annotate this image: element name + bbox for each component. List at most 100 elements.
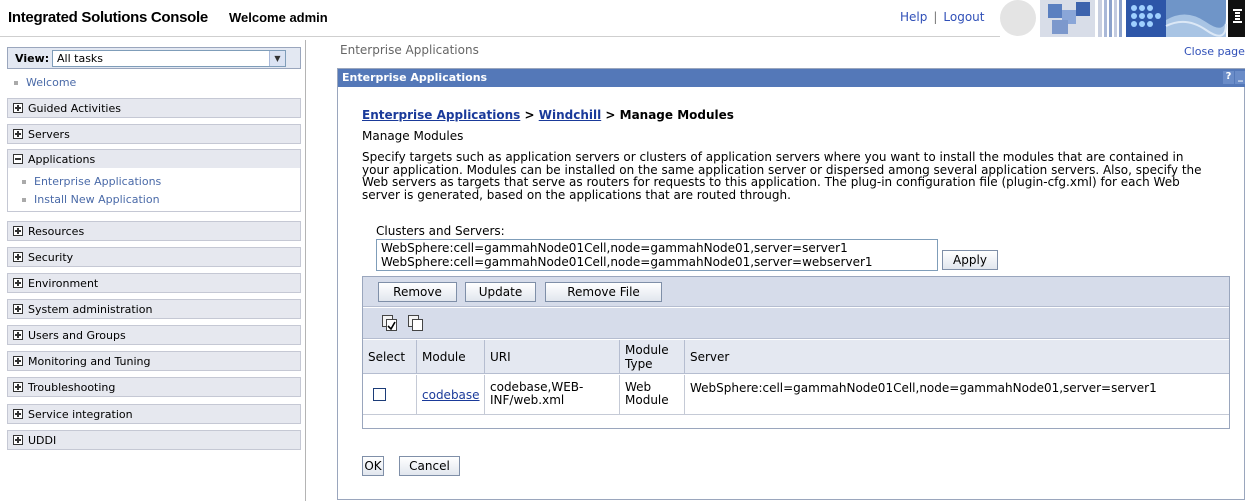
nav-item-label: System administration	[28, 303, 153, 316]
nav-item-label: Troubleshooting	[28, 381, 116, 394]
select-all-icon-front	[386, 319, 397, 331]
column-header-label: Select	[368, 350, 406, 364]
expand-icon[interactable]	[13, 278, 23, 288]
expand-icon[interactable]	[13, 409, 23, 419]
nav-subitem-label: Install New Application	[34, 193, 160, 206]
table-cell-select	[363, 375, 417, 415]
nav-item-label: Service integration	[28, 408, 133, 421]
breadcrumb-separator: >	[601, 108, 620, 122]
table-cell-module-type: Web Module	[620, 375, 685, 415]
nav-item-label: Guided Activities	[28, 102, 121, 115]
nav-item-label: Environment	[28, 277, 99, 290]
module-link[interactable]: codebase	[422, 388, 480, 402]
cluster-option[interactable]: WebSphere:cell=gammahNode01Cell,node=gam…	[381, 241, 933, 255]
deselect-all-icon-front	[412, 319, 423, 331]
nav-item-service-integration[interactable]: Service integration	[7, 404, 301, 424]
cancel-button[interactable]: Cancel	[399, 456, 460, 476]
panel-header: Enterprise Applications ? _	[338, 69, 1245, 87]
help-icon[interactable]: ?	[1223, 71, 1234, 84]
row-select-checkbox[interactable]	[373, 388, 386, 401]
bullet-icon	[14, 81, 18, 85]
breadcrumb-enterprise-applications[interactable]: Enterprise Applications	[362, 108, 520, 122]
expand-icon[interactable]	[13, 382, 23, 392]
nav-item-system-administration[interactable]: System administration	[7, 299, 301, 319]
nav-item-uddi[interactable]: UDDI	[7, 430, 301, 450]
modules-table: Remove Update Remove File Select Module …	[362, 276, 1230, 429]
expand-icon[interactable]	[13, 252, 23, 262]
uri-value: codebase,WEB-INF/web.xml	[490, 380, 584, 407]
select-all-icon[interactable]	[382, 315, 398, 331]
deselect-all-icon[interactable]	[408, 315, 424, 331]
nav-subitem-enterprise-applications[interactable]: Enterprise Applications	[22, 175, 161, 188]
nav-item-label: Users and Groups	[28, 329, 126, 342]
column-header-select: Select	[363, 340, 417, 374]
expand-icon[interactable]	[13, 330, 23, 340]
apply-button[interactable]: Apply	[942, 250, 998, 270]
view-select[interactable]: All tasks ▼	[52, 50, 286, 67]
panel-title: Enterprise Applications	[342, 71, 488, 84]
column-header-module-type: Module Type	[620, 340, 685, 374]
cluster-option[interactable]: WebSphere:cell=gammahNode01Cell,node=gam…	[381, 255, 933, 269]
welcome-user: Welcome admin	[229, 10, 328, 25]
nav-item-environment[interactable]: Environment	[7, 273, 301, 293]
server-value: WebSphere:cell=gammahNode01Cell,node=gam…	[690, 381, 1157, 395]
nav-item-security[interactable]: Security	[7, 247, 301, 267]
header-links: Help | Logout	[900, 10, 985, 24]
nav-item-monitoring-and-tuning[interactable]: Monitoring and Tuning	[7, 351, 301, 371]
view-filter: View: All tasks ▼	[7, 47, 301, 69]
column-header-label: Module Type	[625, 343, 669, 371]
nav-item-guided-activities[interactable]: Guided Activities	[7, 98, 301, 118]
nav-subitem-install-new-application[interactable]: Install New Application	[22, 193, 160, 206]
column-header-server: Server	[685, 340, 1229, 374]
applications-submenu: Enterprise Applications Install New Appl…	[7, 168, 301, 212]
header-separator: |	[933, 10, 938, 24]
ok-button[interactable]: OK	[362, 456, 384, 476]
clusters-listbox[interactable]: WebSphere:cell=gammahNode01Cell,node=gam…	[376, 239, 938, 271]
nav-item-troubleshooting[interactable]: Troubleshooting	[7, 377, 301, 397]
page-title: Enterprise Applications	[340, 43, 479, 57]
table-cell-module: codebase	[417, 375, 485, 415]
clusters-label: Clusters and Servers:	[376, 224, 505, 238]
remove-file-button[interactable]: Remove File	[545, 282, 662, 302]
expand-icon[interactable]	[13, 304, 23, 314]
nav-welcome-link[interactable]: Welcome	[14, 76, 76, 89]
view-label: View:	[15, 52, 50, 65]
breadcrumb-separator: >	[520, 108, 539, 122]
expand-icon[interactable]	[13, 129, 23, 139]
minimize-icon[interactable]: _	[1235, 71, 1245, 84]
console-title: Integrated Solutions Console	[8, 9, 208, 26]
help-link[interactable]: Help	[900, 10, 927, 24]
column-header-label: Server	[690, 350, 730, 364]
breadcrumb-windchill[interactable]: Windchill	[539, 108, 601, 122]
nav-item-label: Monitoring and Tuning	[28, 355, 151, 368]
close-page-link[interactable]: Close page	[1184, 45, 1245, 58]
remove-button[interactable]: Remove	[378, 282, 457, 302]
expand-icon[interactable]	[13, 435, 23, 445]
section-subtitle: Manage Modules	[362, 129, 464, 143]
expand-icon[interactable]	[13, 226, 23, 236]
expand-icon[interactable]	[13, 356, 23, 366]
collapse-icon[interactable]	[13, 154, 23, 164]
panel-controls: ? _	[1222, 71, 1245, 84]
nav-item-label: Resources	[28, 225, 85, 238]
nav-welcome-label: Welcome	[26, 76, 77, 89]
column-header-label: Module	[422, 350, 466, 364]
nav-item-servers[interactable]: Servers	[7, 124, 301, 144]
nav-item-label: UDDI	[28, 434, 57, 447]
update-button[interactable]: Update	[465, 282, 536, 302]
nav-item-applications[interactable]: Applications	[7, 149, 301, 169]
content-panel: Enterprise Applications ? _ Enterprise Ap…	[337, 68, 1245, 500]
logout-link[interactable]: Logout	[943, 10, 984, 24]
expand-icon[interactable]	[13, 103, 23, 113]
module-type-value: Web Module	[625, 380, 669, 407]
breadcrumb-current: Manage Modules	[619, 108, 734, 122]
nav-item-label: Applications	[28, 153, 96, 166]
nav-subitem-label: Enterprise Applications	[34, 175, 162, 188]
column-header-label: URI	[490, 350, 511, 364]
breadcrumb: Enterprise Applications > Windchill > Ma…	[362, 108, 734, 122]
nav-item-users-and-groups[interactable]: Users and Groups	[7, 325, 301, 345]
view-select-value: All tasks	[57, 52, 104, 65]
chevron-down-icon[interactable]: ▼	[269, 51, 285, 66]
nav-item-resources[interactable]: Resources	[7, 221, 301, 241]
table-button-bar: Remove Update Remove File	[363, 277, 1229, 307]
